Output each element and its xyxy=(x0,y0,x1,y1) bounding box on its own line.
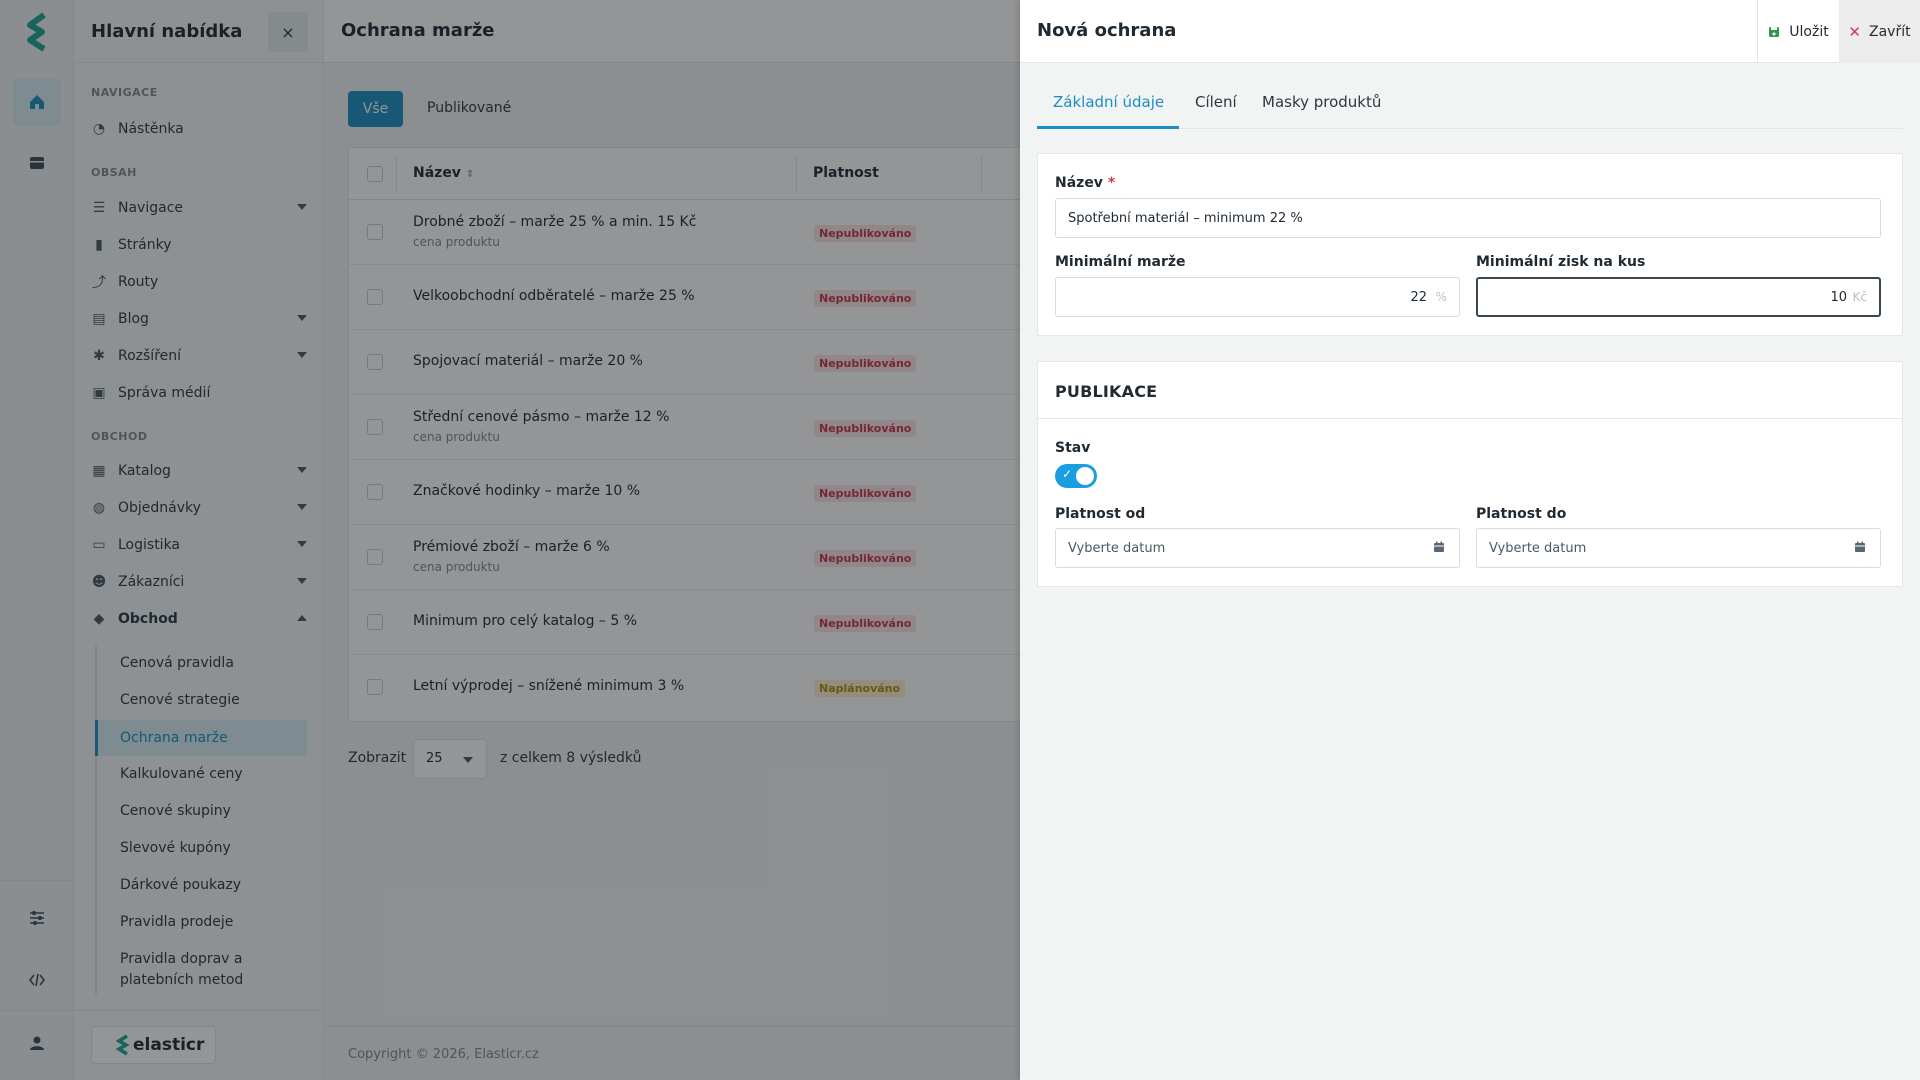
publication-card: PUBLIKACE Stav ✓ Platnost od Vyberte dat… xyxy=(1037,361,1903,587)
check-icon: ✓ xyxy=(1062,467,1073,481)
required-mark: * xyxy=(1107,175,1116,191)
calendar-icon xyxy=(1855,541,1865,552)
drawer-header: Nová ochrana Uložit ✕ Zavřít xyxy=(1020,0,1920,63)
status-toggle[interactable]: ✓ xyxy=(1055,464,1097,488)
basic-info-card: Název * Spotřební materiál – minimum 22 … xyxy=(1037,153,1903,336)
tab-masky-produktu[interactable]: Masky produktů xyxy=(1262,89,1381,129)
czk-unit: Kč xyxy=(1852,290,1867,304)
valid-to-datepicker[interactable]: Vyberte datum xyxy=(1476,528,1881,568)
modal-backdrop[interactable] xyxy=(0,0,1020,1080)
save-icon xyxy=(1769,26,1780,37)
percent-unit: % xyxy=(1435,290,1447,304)
drawer-tabs: Základní údaje Cílení Masky produktů xyxy=(1037,89,1903,129)
name-input[interactable]: Spotřební materiál – minimum 22 % xyxy=(1055,198,1881,238)
drawer-title: Nová ochrana xyxy=(1037,20,1177,41)
close-button[interactable]: ✕ Zavřít xyxy=(1839,0,1920,63)
save-button[interactable]: Uložit xyxy=(1757,0,1839,63)
valid-to-label: Platnost do xyxy=(1476,506,1567,522)
valid-from-datepicker[interactable]: Vyberte datum xyxy=(1055,528,1460,568)
calendar-icon xyxy=(1434,541,1444,552)
close-icon: ✕ xyxy=(1848,22,1861,41)
min-margin-input[interactable]: 22 % xyxy=(1055,277,1460,317)
valid-from-label: Platnost od xyxy=(1055,506,1146,522)
min-profit-input[interactable]: 10 Kč xyxy=(1476,277,1881,317)
min-margin-label: Minimální marže xyxy=(1055,254,1186,270)
publication-title: PUBLIKACE xyxy=(1055,382,1158,401)
name-label: Název * xyxy=(1055,175,1116,191)
min-profit-label: Minimální zisk na kus xyxy=(1476,254,1646,270)
status-label: Stav xyxy=(1055,440,1091,456)
new-protection-drawer: Nová ochrana Uložit ✕ Zavřít Základní úd… xyxy=(1020,0,1920,1080)
tab-cileni[interactable]: Cílení xyxy=(1195,89,1237,129)
tab-zakladni-udaje[interactable]: Základní údaje xyxy=(1037,89,1180,129)
